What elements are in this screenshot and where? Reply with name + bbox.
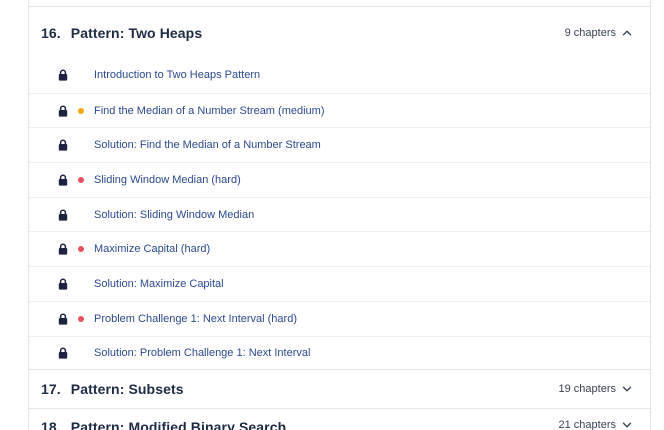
chevron-down-icon[interactable]	[622, 384, 632, 394]
difficulty-hard-indicator	[78, 246, 84, 253]
lock-icon	[58, 278, 68, 290]
lesson-item[interactable]: Sliding Window Median (hard)	[29, 162, 650, 197]
lesson-item[interactable]: Solution: Find the Median of a Number St…	[29, 127, 650, 162]
lesson-title[interactable]: Solution: Problem Challenge 1: Next Inte…	[94, 347, 310, 359]
lesson-item[interactable]: Solution: Sliding Window Median	[29, 196, 650, 232]
section-title: 16. Pattern: Two Heaps	[41, 25, 202, 41]
lock-icon	[58, 139, 68, 151]
lesson-title[interactable]: Maximize Capital (hard)	[94, 243, 210, 255]
section-header-modified-binary-search[interactable]: 18. Pattern: Modified Binary Search 21 c…	[29, 409, 650, 430]
difficulty-hard-indicator	[78, 315, 84, 322]
section-title: 18. Pattern: Modified Binary Search	[41, 419, 286, 430]
lock-icon	[58, 313, 68, 325]
chapter-count[interactable]: 9 chapters	[565, 27, 632, 39]
lesson-item[interactable]: Introduction to Two Heaps Pattern	[29, 58, 650, 93]
section-title: 17. Pattern: Subsets	[41, 381, 184, 397]
section-header-subsets[interactable]: 17. Pattern: Subsets 19 chapters	[29, 370, 650, 408]
difficulty-hard-indicator	[78, 176, 84, 183]
lesson-title[interactable]: Problem Challenge 1: Next Interval (hard…	[94, 313, 297, 325]
difficulty-medium-indicator	[78, 107, 84, 114]
lesson-title[interactable]: Sliding Window Median (hard)	[94, 174, 241, 186]
section-number: 17.	[41, 381, 61, 397]
chevron-up-icon[interactable]	[622, 28, 632, 38]
lesson-title[interactable]: Find the Median of a Number Stream (medi…	[94, 105, 324, 117]
lock-icon	[58, 69, 68, 81]
lock-icon	[58, 209, 68, 221]
lesson-item[interactable]: Find the Median of a Number Stream (medi…	[29, 92, 650, 128]
lock-icon	[58, 174, 68, 186]
lesson-item[interactable]: Problem Challenge 1: Next Interval (hard…	[29, 300, 650, 336]
lock-icon	[58, 105, 68, 117]
lesson-list: Introduction to Two Heaps Pattern Find th…	[29, 58, 650, 370]
lesson-title[interactable]: Solution: Find the Median of a Number St…	[94, 139, 321, 151]
lesson-title[interactable]: Solution: Sliding Window Median	[94, 209, 254, 221]
chapter-count-label: 9 chapters	[564, 26, 616, 39]
lesson-item[interactable]: Solution: Problem Challenge 1: Next Inte…	[29, 335, 650, 371]
lesson-item[interactable]: Solution: Maximize Capital	[29, 266, 650, 301]
chapter-count[interactable]: 21 chapters	[559, 419, 632, 430]
lesson-title[interactable]: Introduction to Two Heaps Pattern	[94, 69, 260, 81]
chapter-count-label: 19 chapters	[558, 383, 616, 395]
chapter-count-label: 21 chapters	[558, 419, 616, 430]
section-name: Pattern: Modified Binary Search	[70, 419, 287, 430]
section-modified-binary-search: 18. Pattern: Modified Binary Search 21 c…	[28, 408, 651, 430]
chevron-down-icon[interactable]	[622, 420, 632, 430]
lock-icon	[58, 347, 68, 359]
section-name: Pattern: Two Heaps	[70, 24, 203, 41]
section-two-heaps: 16. Pattern: Two Heaps 9 chapters Introd…	[28, 6, 651, 370]
lesson-item[interactable]: Maximize Capital (hard)	[29, 231, 650, 266]
chapter-count[interactable]: 19 chapters	[559, 383, 632, 395]
section-header-two-heaps[interactable]: 16. Pattern: Two Heaps 9 chapters	[29, 7, 650, 58]
course-outline: 16. Pattern: Two Heaps 9 chapters Introd…	[0, 0, 664, 430]
section-subsets: 17. Pattern: Subsets 19 chapters	[28, 369, 651, 409]
lesson-title[interactable]: Solution: Maximize Capital	[94, 278, 224, 290]
lock-icon	[58, 243, 68, 255]
section-number: 16.	[41, 24, 61, 41]
section-number: 18.	[41, 419, 61, 430]
section-name: Pattern: Subsets	[70, 381, 184, 397]
